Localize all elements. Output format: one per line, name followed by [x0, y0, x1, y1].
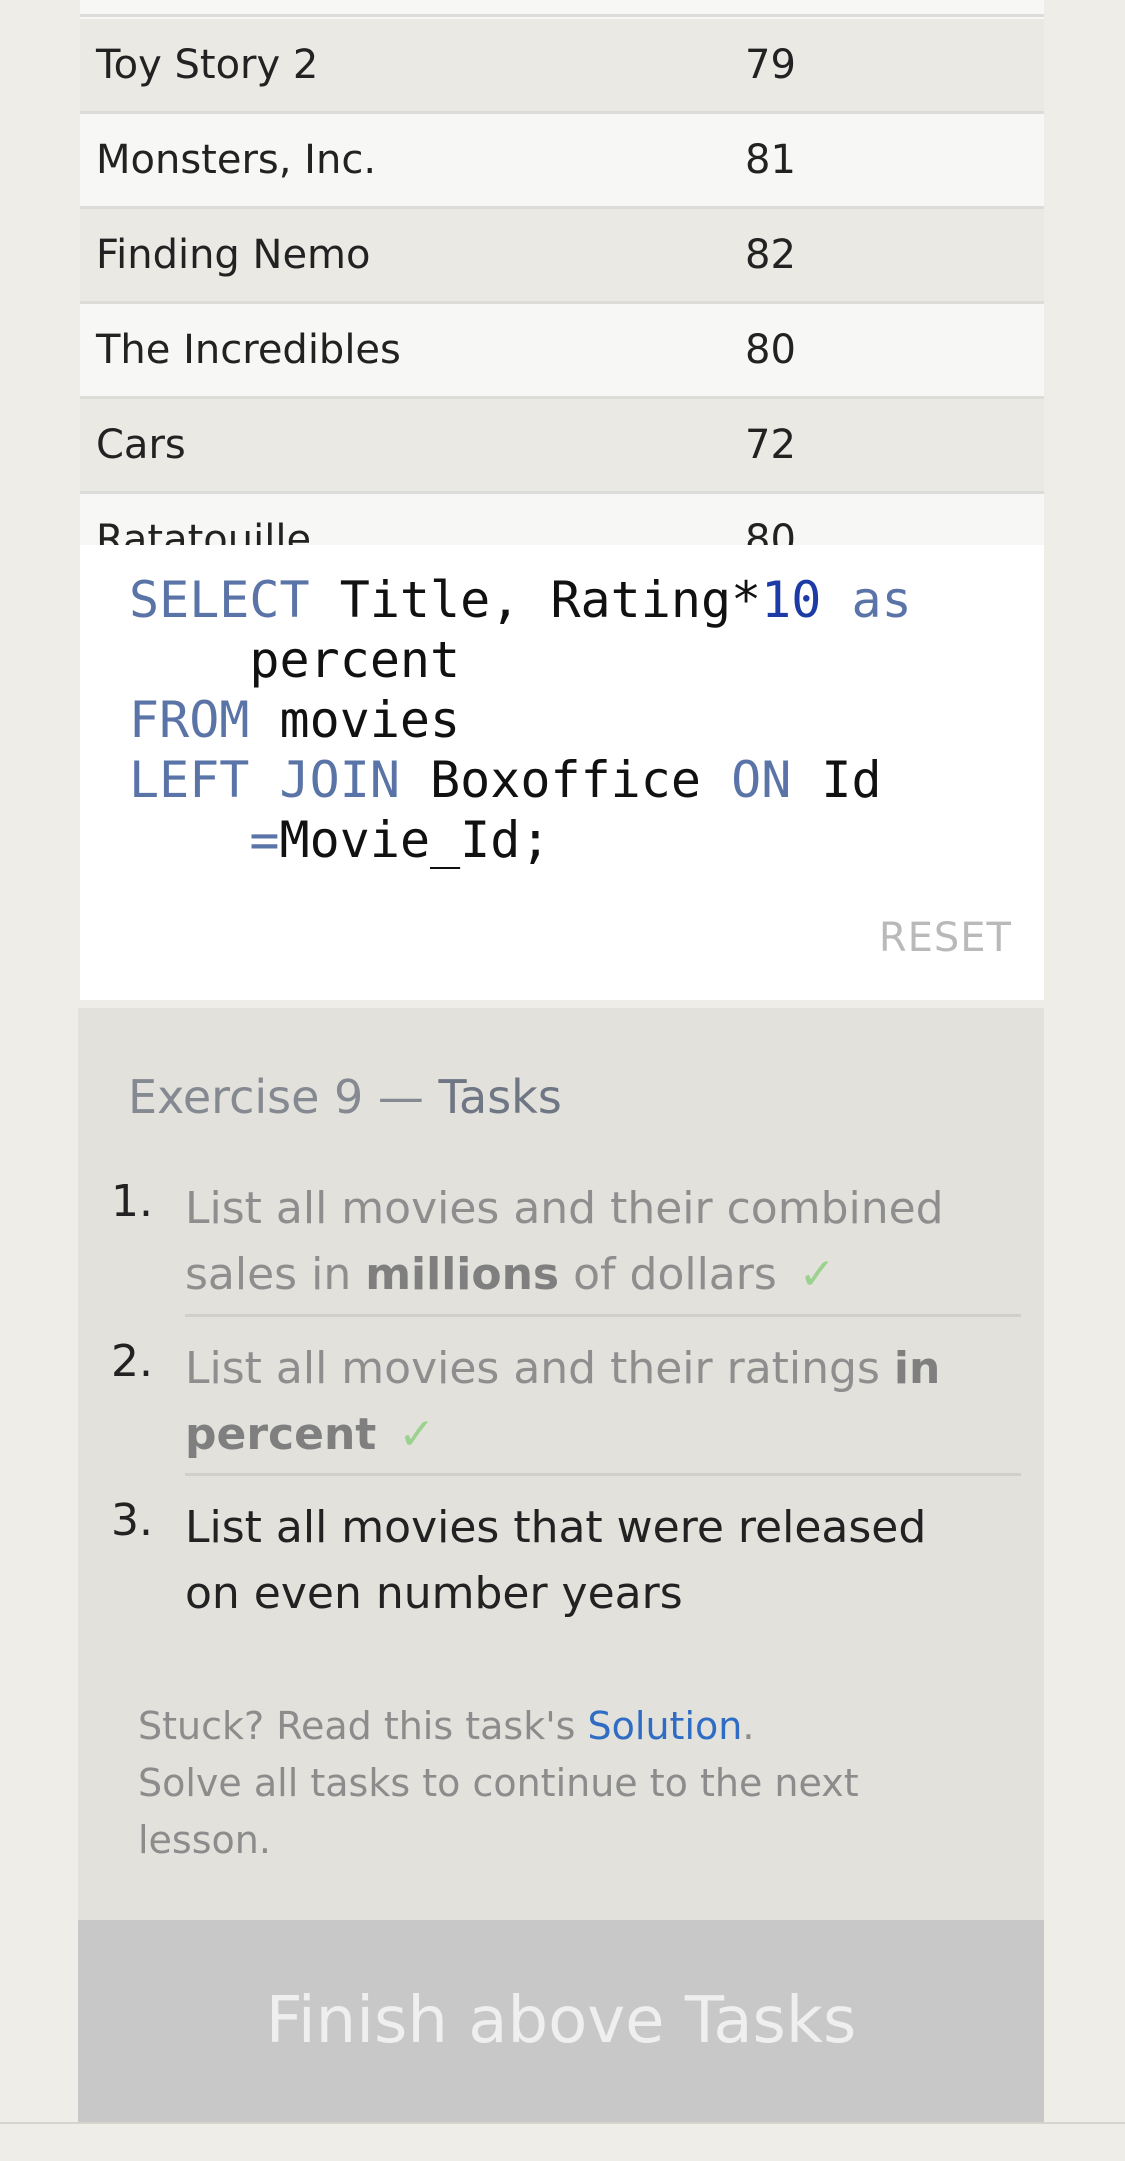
- table-row: Toy Story 2 79: [80, 19, 1044, 114]
- check-icon: ✓: [398, 1409, 436, 1460]
- table-row: Finding Nemo 82: [80, 209, 1044, 304]
- task-text: List all movies that were released on ev…: [185, 1502, 927, 1619]
- sql-editor[interactable]: SELECT Title, Rating*10 as percent FROM …: [80, 545, 1044, 1000]
- task-text-part: List all movies and their ratings: [185, 1343, 894, 1394]
- code-text: Title, Rating*: [309, 571, 762, 629]
- table-row: Cars 72: [80, 399, 1044, 494]
- finish-button[interactable]: Finish above Tasks: [78, 1920, 1044, 2122]
- task-divider: [185, 1314, 1021, 1317]
- task-text-part: of dollars: [559, 1249, 777, 1300]
- cell-rating: 80: [745, 327, 796, 373]
- page-footer: [0, 2122, 1125, 2161]
- cell-title: Finding Nemo: [96, 232, 371, 278]
- code-operator: =: [249, 811, 280, 869]
- table-row: Monsters, Inc. 81: [80, 114, 1044, 209]
- task-text-bold: millions: [365, 1249, 560, 1300]
- cell-title: Cars: [96, 422, 186, 468]
- task-number: 1.: [111, 1176, 153, 1227]
- code-number: 10: [761, 571, 822, 629]
- lesson-container: Toy Story 2 79 Monsters, Inc. 81 Finding…: [78, 0, 1044, 2122]
- task-text: List all movies and their ratings in per…: [185, 1336, 985, 1468]
- code-keyword: LEFT: [129, 751, 250, 809]
- tasks-title-label: Tasks: [438, 1070, 562, 1124]
- task-item: 3. List all movies that were released on…: [111, 1495, 1011, 1635]
- reset-button[interactable]: RESET: [879, 915, 1012, 961]
- query-results-table: Toy Story 2 79 Monsters, Inc. 81 Finding…: [80, 0, 1044, 545]
- help-stuck: Stuck? Read this task's: [138, 1704, 588, 1748]
- help-continue: Solve all tasks to continue to the next …: [138, 1761, 859, 1862]
- table-row: The Incredibles 80: [80, 304, 1044, 399]
- code-keyword: JOIN: [279, 751, 400, 809]
- solution-link[interactable]: Solution: [588, 1704, 743, 1748]
- cell-title: Ratatouille: [96, 517, 312, 545]
- sql-code[interactable]: SELECT Title, Rating*10 as percent FROM …: [129, 570, 912, 870]
- code-keyword: ON: [731, 751, 792, 809]
- cell-rating: 81: [745, 137, 796, 183]
- help-period: .: [742, 1704, 755, 1748]
- help-text: Stuck? Read this task's Solution. Solve …: [138, 1698, 978, 1869]
- cell-title: Monsters, Inc.: [96, 137, 377, 183]
- task-item: 1. List all movies and their combined sa…: [111, 1176, 1011, 1316]
- code-text: percent: [249, 631, 461, 689]
- task-divider: [185, 1473, 1021, 1476]
- code-text: Movie_Id;: [279, 811, 551, 869]
- task-text: List all movies and their combined sales…: [185, 1176, 985, 1308]
- cell-rating: 72: [745, 422, 796, 468]
- code-text: movies: [249, 691, 461, 749]
- code-keyword: FROM: [129, 691, 250, 749]
- check-icon: ✓: [798, 1249, 836, 1300]
- cell-title: The Incredibles: [96, 327, 401, 373]
- task-item: 2. List all movies and their ratings in …: [111, 1336, 1011, 1476]
- cell-title: Toy Story 2: [96, 42, 319, 88]
- tasks-panel: Exercise 9 — Tasks 1. List all movies an…: [78, 1008, 1044, 1920]
- task-number: 2.: [111, 1336, 153, 1387]
- tasks-title-exercise: Exercise 9 —: [128, 1070, 439, 1124]
- tasks-title: Exercise 9 — Tasks: [128, 1070, 562, 1124]
- cell-rating: 80: [745, 517, 796, 545]
- cell-rating: 82: [745, 232, 796, 278]
- code-keyword: as: [851, 571, 912, 629]
- code-text: Boxoffice: [399, 751, 732, 809]
- code-keyword: SELECT: [129, 571, 310, 629]
- code-text: Id: [791, 751, 882, 809]
- table-row: Ratatouille 80: [80, 494, 1044, 545]
- table-row: [80, 0, 1044, 17]
- task-number: 3.: [111, 1495, 153, 1546]
- cell-rating: 79: [745, 42, 796, 88]
